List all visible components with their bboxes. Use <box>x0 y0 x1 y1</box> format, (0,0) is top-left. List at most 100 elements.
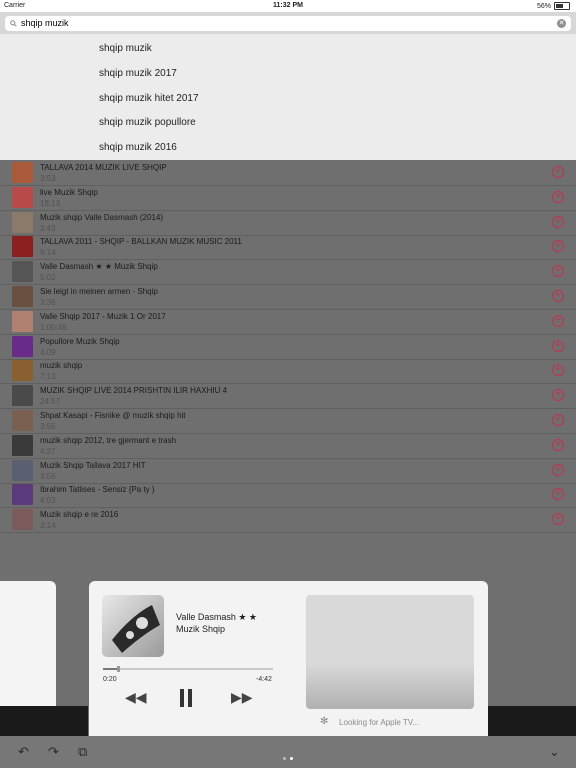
song-thumbnail <box>12 509 33 531</box>
song-title: Muzik shqip e re 2016 <box>40 510 119 520</box>
song-thumbnail <box>12 236 33 258</box>
suggestion-item[interactable]: shqip muzik <box>99 43 152 54</box>
add-icon[interactable]: + <box>552 339 564 352</box>
song-row[interactable]: MUZIK SHQIP LIVE 2014 PRISHTIN ILIR HAXH… <box>0 383 576 410</box>
song-row[interactable]: live Muzik Shqip 18:13 + <box>0 185 576 211</box>
song-row[interactable]: Muzik shqip e re 2016 3:14 + <box>0 507 576 534</box>
add-icon[interactable]: + <box>552 513 564 526</box>
elapsed-time: 0:20 <box>103 676 117 683</box>
song-title: Popullore Muzik Shqip <box>40 336 120 346</box>
song-title: muzik shqip 2012, tre gjermant e trash <box>40 435 177 445</box>
song-row[interactable]: TALLAVA 2011 - SHQIP - BALLKAN MUZIK MUS… <box>0 234 576 261</box>
copy-icon[interactable]: ⧉ <box>78 744 87 760</box>
song-duration: 3:14 <box>40 521 56 531</box>
search-suggestions: shqip muzik shqip muzik 2017 shqip muzik h… <box>0 34 576 160</box>
song-duration: 3:56 <box>40 471 56 481</box>
add-icon[interactable]: + <box>552 389 564 402</box>
add-icon[interactable]: + <box>552 190 564 203</box>
song-duration: 3:55 <box>40 422 56 431</box>
battery-percent: 56% <box>536 2 551 10</box>
pause-icon[interactable] <box>179 689 193 710</box>
suggestion-item[interactable]: shqip muzik hitet 2017 <box>99 93 199 104</box>
progress-knob[interactable] <box>116 666 120 672</box>
add-icon[interactable]: + <box>552 488 564 501</box>
song-row[interactable]: Muzik Shqip Tallava 2017 HIT 3:56 + <box>0 458 576 484</box>
song-title: TALLAVA 2014 MUZIK LIVE SHQIP <box>40 163 167 172</box>
redo-icon[interactable]: ↷ <box>48 744 59 760</box>
song-title: TALLAVA 2011 - SHQIP - BALLKAN MUZIK MUS… <box>40 237 242 247</box>
search-input[interactable] <box>21 17 541 29</box>
clock: 11:32 PM <box>273 2 303 9</box>
song-row[interactable]: muzik shqip 7:13 + <box>0 358 576 385</box>
song-duration: 18:13 <box>40 198 61 208</box>
song-thumbnail <box>12 459 33 481</box>
loading-spinner-icon: ✻ <box>320 716 329 727</box>
song-title: Sie leigt in meinen armen - Shqip <box>40 287 158 296</box>
song-row[interactable]: Valle Shqip 2017 - Muzik 1 Or 2017 1:00:4… <box>0 309 576 335</box>
song-title: live Muzik Shqip <box>40 187 98 197</box>
song-thumbnail <box>12 211 33 233</box>
add-icon[interactable]: + <box>552 166 564 178</box>
suggestion-item[interactable]: shqip muzik 2016 <box>99 142 177 153</box>
song-title: Shpat Kasapi - Fisnike @ muzik shqip hit <box>40 411 186 420</box>
song-duration: 3:43 <box>40 223 56 233</box>
song-row[interactable]: Shpat Kasapi - Fisnike @ muzik shqip hit… <box>0 408 576 434</box>
progress-slider[interactable] <box>103 666 273 672</box>
song-row[interactable]: Muzik shqip Valle Dasmash (2014) 3:43 + <box>0 210 576 236</box>
add-icon[interactable]: + <box>552 240 564 253</box>
song-row[interactable]: muzik shqip 2012, tre gjermant e trash 4:… <box>0 433 576 459</box>
add-icon[interactable]: + <box>552 215 564 228</box>
add-icon[interactable]: + <box>552 265 564 278</box>
track-title: Valle Dasmash ★ ★ <box>176 612 257 622</box>
page-indicator <box>283 757 293 760</box>
suggestion-item[interactable]: shqip muzik 2017 <box>99 68 177 79</box>
airplay-preview <box>306 595 474 709</box>
rewind-icon[interactable]: ◀◀ <box>125 689 147 706</box>
song-thumbnail <box>12 410 33 431</box>
song-duration: 24:57 <box>40 397 61 407</box>
song-thumbnail <box>12 286 33 307</box>
song-row[interactable]: Sie leigt in meinen armen - Shqip 3:36 + <box>0 284 576 310</box>
song-duration: 4:27 <box>40 446 56 456</box>
suggestion-item[interactable]: shqip muzik popullore <box>99 117 196 128</box>
add-icon[interactable]: + <box>552 414 564 426</box>
song-thumbnail <box>12 360 33 382</box>
song-thumbnail <box>12 310 33 332</box>
search-bar: ✕ <box>0 12 576 34</box>
track-artist: Muzik Shqip <box>176 624 226 634</box>
search-icon <box>10 19 17 29</box>
song-thumbnail <box>12 162 33 183</box>
search-field[interactable]: ✕ <box>5 16 571 31</box>
add-icon[interactable]: + <box>552 438 564 451</box>
remaining-time: -4:42 <box>256 676 272 683</box>
background-strip-right <box>488 706 576 736</box>
add-icon[interactable]: + <box>552 463 564 476</box>
now-playing-card: Valle Dasmash ★ ★ Muzik Shqip 0:20 -4:42… <box>89 581 488 750</box>
forward-icon[interactable]: ▶▶ <box>231 689 253 706</box>
song-row[interactable]: Popullore Muzik Shqip 4:09 + <box>0 334 576 360</box>
song-thumbnail <box>12 261 33 283</box>
song-duration: 4:09 <box>40 347 56 357</box>
song-row[interactable]: Ibrahim Tatlises - Sensiz {Pa ty } 4:03 + <box>0 482 576 509</box>
song-row[interactable]: TALLAVA 2014 MUZIK LIVE SHQIP 3:53 + <box>0 160 576 186</box>
add-icon[interactable]: + <box>552 314 564 327</box>
song-title: Valle Dasmash ★ ★ Muzik Shqip <box>40 262 158 272</box>
song-title: Valle Shqip 2017 - Muzik 1 Or 2017 <box>40 311 166 321</box>
clear-icon[interactable]: ✕ <box>557 19 566 28</box>
song-title: muzik shqip <box>40 361 83 371</box>
bottom-toolbar: ↶ ↷ ⧉ ⌄ <box>0 736 576 768</box>
song-duration: 9:14 <box>40 248 56 258</box>
song-title: Ibrahim Tatlises - Sensiz {Pa ty } <box>40 485 155 495</box>
add-icon[interactable]: + <box>552 290 564 302</box>
add-icon[interactable]: + <box>552 364 564 377</box>
status-bar: Carrier 11:32 PM 56% <box>0 0 576 12</box>
album-art <box>102 595 164 657</box>
undo-icon[interactable]: ↶ <box>18 744 29 760</box>
song-duration: 5:02 <box>40 273 56 283</box>
chevron-down-icon[interactable]: ⌄ <box>549 744 560 760</box>
song-thumbnail <box>12 434 33 456</box>
song-row[interactable]: Valle Dasmash ★ ★ Muzik Shqip 5:02 + <box>0 259 576 286</box>
airplay-status: Looking for Apple TV... <box>339 718 420 727</box>
song-duration: 3:36 <box>40 298 56 307</box>
song-duration: 4:03 <box>40 496 56 506</box>
